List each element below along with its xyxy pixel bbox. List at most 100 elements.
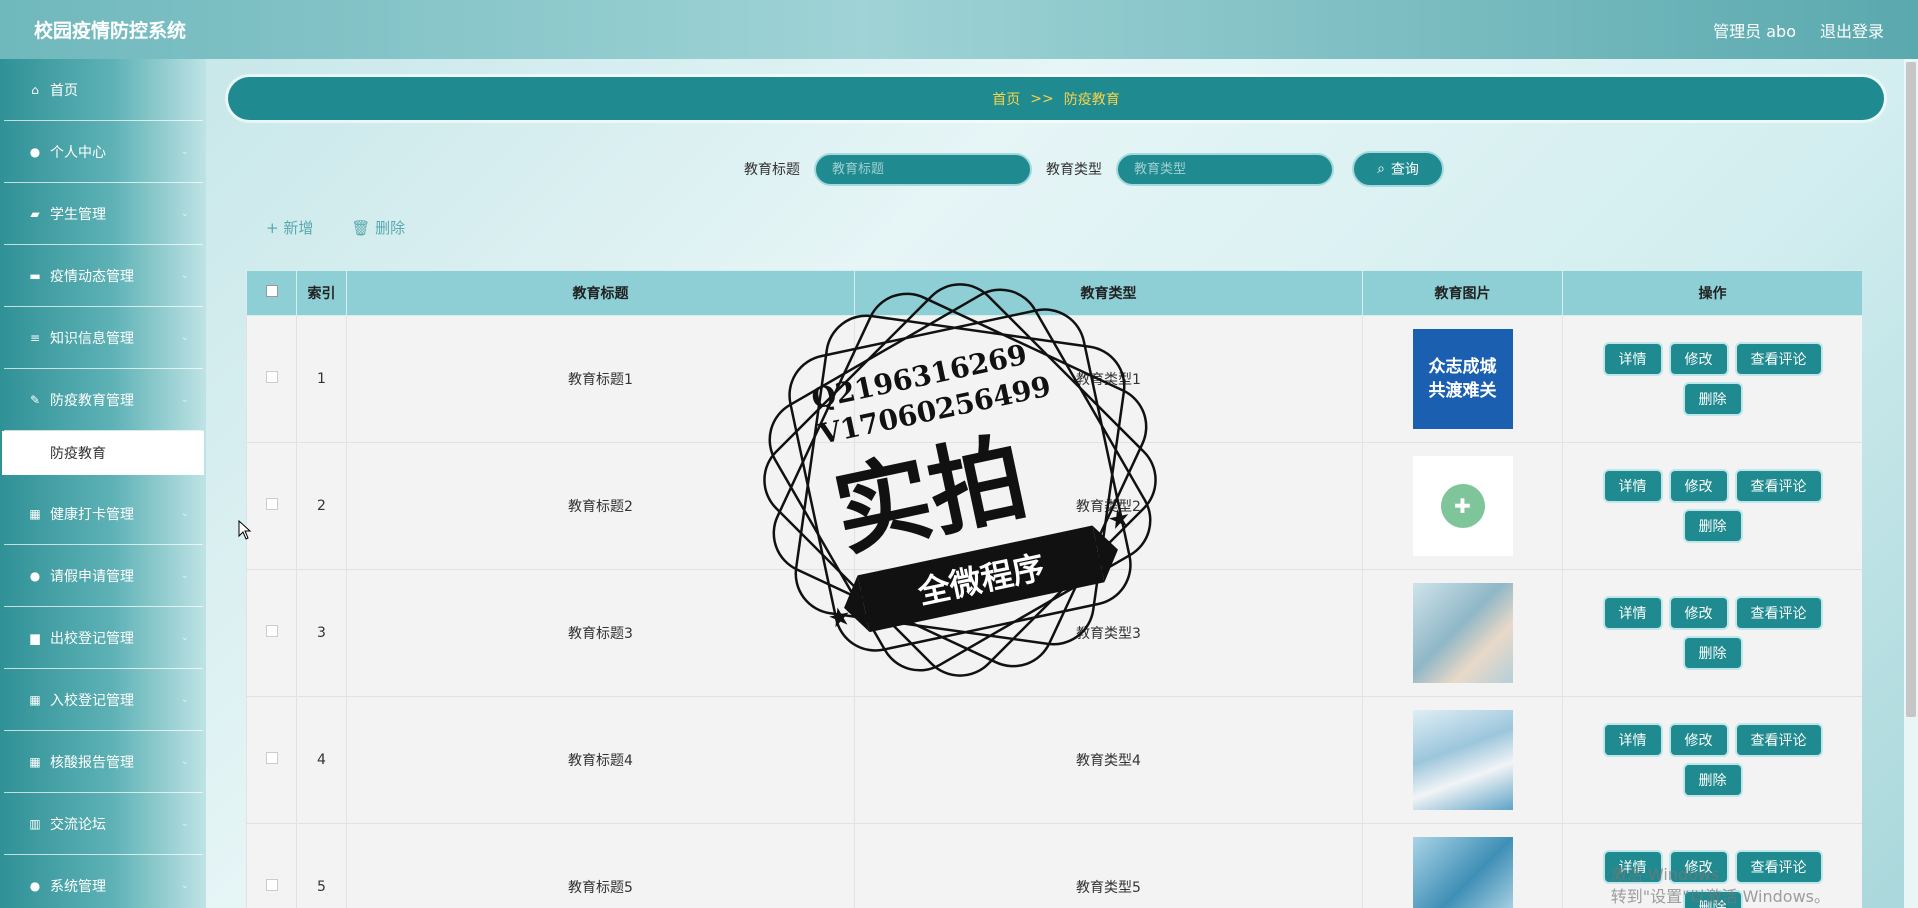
chart-icon: ▥ (29, 816, 41, 831)
row-checkbox[interactable] (265, 752, 278, 764)
view-comments-button[interactable]: 查看评论 (1736, 344, 1821, 374)
admin-name[interactable]: 管理员 abo (1713, 18, 1796, 42)
home-icon: ⌂ (31, 82, 39, 97)
sidebar-item-label: 入校登记管理 (50, 692, 134, 709)
detail-button[interactable]: 详情 (1604, 725, 1661, 755)
education-image[interactable]: ✚ (1412, 456, 1513, 556)
sidebar-item-10[interactable]: ▦ 核酸报告管理 ⌄ (4, 731, 203, 793)
row-action-second-line: 删除 (1583, 638, 1843, 668)
sidebar-item-11[interactable]: ▥ 交流论坛 ⌄ (4, 793, 203, 855)
sidebar-item-label: 健康打卡管理 (50, 506, 134, 523)
monitor-icon: ▬ (29, 268, 41, 283)
header-actions: 管理员 abo 退出登录 (1713, 18, 1884, 42)
sidebar-item-7[interactable]: ● 请假申请管理 ⌄ (4, 545, 203, 607)
delete-button[interactable]: 删除 (1684, 384, 1741, 414)
sidebar-item-content: ▰ 学生管理 (28, 204, 106, 224)
sidebar-item-3[interactable]: ▬ 疫情动态管理 ⌄ (4, 245, 203, 307)
select-all-checkbox[interactable] (265, 285, 278, 297)
sidebar-item-label: 学生管理 (50, 206, 106, 223)
row-title: 教育标题4 (346, 696, 855, 824)
sidebar-item-6[interactable]: ▦ 健康打卡管理 ⌄ (4, 483, 203, 545)
row-image-cell (1362, 823, 1563, 908)
sidebar-item-12[interactable]: ● 系统管理 ⌄ (4, 855, 203, 908)
windows-activation-watermark: 激活 Windows 转到"设置"以激活 Windows。 (1611, 864, 1830, 908)
education-image[interactable] (1412, 710, 1513, 810)
header-type: 教育类型 (854, 270, 1363, 316)
row-type: 教育类型1 (854, 315, 1363, 443)
sidebar-item-content: ▦ 健康打卡管理 (28, 504, 134, 524)
doctor-icon: ✚ (1440, 484, 1485, 528)
edit-button[interactable]: 修改 (1670, 598, 1727, 628)
view-comments-button[interactable]: 查看评论 (1736, 471, 1821, 501)
row-checkbox[interactable] (265, 625, 278, 637)
detail-button[interactable]: 详情 (1604, 471, 1661, 501)
sidebar-item-label: 知识信息管理 (50, 330, 134, 347)
row-action-group: 详情 修改 查看评论删除 (1583, 344, 1843, 414)
row-action-group: 详情 修改 查看评论删除 (1583, 725, 1843, 795)
row-type: 教育类型4 (854, 696, 1363, 824)
row-title: 教育标题5 (346, 823, 855, 908)
table-row: 4 教育标题4 教育类型4 详情 修改 查看评论 删除 (246, 696, 1862, 824)
row-title: 教育标题1 (346, 315, 855, 443)
type-search-input[interactable] (1116, 152, 1334, 186)
sidebar-item-8[interactable]: ▆ 出校登记管理 ⌄ (4, 607, 203, 669)
row-actions: 详情 修改 查看评论删除 (1562, 696, 1862, 824)
delete-button[interactable]: 删除 (1684, 638, 1741, 668)
app-title: 校园疫情防控系统 (34, 20, 187, 42)
location-icon: ● (29, 878, 41, 893)
row-checkbox[interactable] (265, 371, 278, 383)
edit-button[interactable]: 修改 (1670, 471, 1727, 501)
education-image[interactable]: 众志成城 共渡难关 (1412, 329, 1513, 429)
toolbar: + 新增 🗑 删除 (266, 217, 405, 238)
delete-button[interactable]: 删除 (1684, 765, 1741, 795)
row-select-cell (246, 696, 297, 824)
view-comments-button[interactable]: 查看评论 (1736, 598, 1821, 628)
detail-button[interactable]: 详情 (1604, 344, 1661, 374)
table-header-row: 索引 教育标题 教育类型 教育图片 操作 (246, 270, 1862, 316)
detail-button[interactable]: 详情 (1604, 598, 1661, 628)
row-action-second-line: 删除 (1583, 384, 1843, 414)
windows-activation-line2: 转到"设置"以激活 Windows。 (1610, 887, 1830, 906)
delete-selected-button[interactable]: 🗑 删除 (351, 217, 405, 238)
sidebar-subitem-active[interactable]: 防疫教育 (2, 431, 204, 475)
breadcrumb-home[interactable]: 首页 (992, 89, 1020, 109)
edit-icon: ✎ (29, 392, 41, 407)
select-all-header (246, 270, 297, 316)
sidebar-item-content: ● 请假申请管理 (28, 566, 134, 586)
row-select-cell (246, 569, 297, 697)
sidebar-item-5[interactable]: ✎ 防疫教育管理 ⌄ (4, 369, 203, 431)
list-icon: ≡ (29, 330, 41, 345)
table-row: 2 教育标题2 教育类型2 ✚ 详情 修改 查看评论 删除 (246, 442, 1862, 570)
education-image[interactable] (1412, 583, 1513, 683)
edit-button[interactable]: 修改 (1670, 725, 1727, 755)
breadcrumb-current: 防疫教育 (1063, 91, 1120, 108)
row-actions: 详情 修改 查看评论删除 (1562, 442, 1862, 570)
sidebar-item-2[interactable]: ▰ 学生管理 ⌄ (4, 183, 203, 245)
row-type: 教育类型3 (854, 569, 1363, 697)
delete-button[interactable]: 删除 (1684, 511, 1741, 541)
add-button[interactable]: + 新增 (266, 217, 313, 238)
sidebar-item-4[interactable]: ≡ 知识信息管理 ⌄ (4, 307, 203, 369)
sidebar-item-content: ▦ 核酸报告管理 (28, 752, 134, 772)
logout-link[interactable]: 退出登录 (1820, 18, 1884, 42)
sidebar-item-0[interactable]: ⌂ 首页 (4, 59, 203, 121)
grid-icon: ▦ (29, 754, 41, 769)
sidebar-item-9[interactable]: ▦ 入校登记管理 ⌄ (4, 669, 203, 731)
sidebar-item-label: 请假申请管理 (50, 568, 134, 585)
row-index: 5 (296, 823, 347, 908)
mouse-cursor-icon (238, 520, 252, 540)
image-caption: 众志成城 共渡难关 (1428, 357, 1497, 401)
chevron-down-icon: ⌄ (180, 208, 189, 219)
search-button[interactable]: ⌕ 查询 (1352, 151, 1444, 187)
row-action-second-line: 删除 (1583, 765, 1843, 795)
header-actions: 操作 (1562, 270, 1862, 316)
scrollbar-thumb[interactable] (1906, 62, 1916, 717)
row-actions: 详情 修改 查看评论删除 (1562, 315, 1862, 443)
edit-button[interactable]: 修改 (1670, 344, 1727, 374)
education-image[interactable] (1412, 837, 1513, 908)
row-checkbox[interactable] (265, 879, 278, 891)
view-comments-button[interactable]: 查看评论 (1736, 725, 1821, 755)
chevron-down-icon: ⌄ (180, 880, 189, 891)
row-checkbox[interactable] (265, 498, 278, 510)
title-search-input[interactable] (814, 152, 1032, 186)
